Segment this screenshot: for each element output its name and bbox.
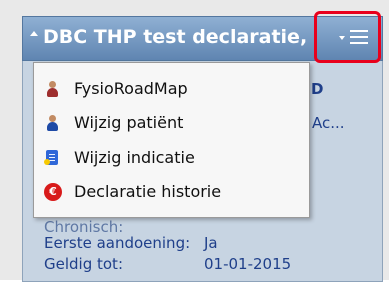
menu-item-label: FysioRoadMap (74, 79, 188, 98)
background-d-text: D (311, 80, 324, 98)
indication-icon (44, 149, 60, 167)
person-icon (44, 80, 60, 98)
context-menu: FysioRoadMap Wijzig patiënt Wijzig indic… (33, 62, 310, 218)
menu-item-wijzig-patient[interactable]: Wijzig patiënt (44, 107, 299, 138)
menu-item-fysioroadmap[interactable]: FysioRoadMap (44, 73, 299, 104)
euro-icon: € (44, 182, 62, 201)
background-eerste-label: Eerste aandoening: (44, 234, 191, 252)
menu-item-label: Wijzig indicatie (74, 148, 195, 167)
background-geldig-label: Geldig tot: (44, 255, 123, 273)
menu-item-label: Declaratie historie (74, 182, 222, 201)
menu-item-declaratie-historie[interactable]: € Declaratie historie (44, 176, 299, 207)
background-geldig-value: 01-01-2015 (204, 255, 292, 273)
collapse-icon[interactable] (30, 31, 38, 36)
panel-title: DBC THP test declaratie, D (43, 26, 315, 48)
person-edit-icon (44, 114, 60, 132)
highlight-box (314, 11, 381, 63)
background-ac-text: Ac... (312, 114, 345, 132)
menu-item-wijzig-indicatie[interactable]: Wijzig indicatie (44, 142, 299, 173)
menu-item-label: Wijzig patiënt (74, 113, 184, 132)
background-eerste-value: Ja (204, 234, 218, 252)
